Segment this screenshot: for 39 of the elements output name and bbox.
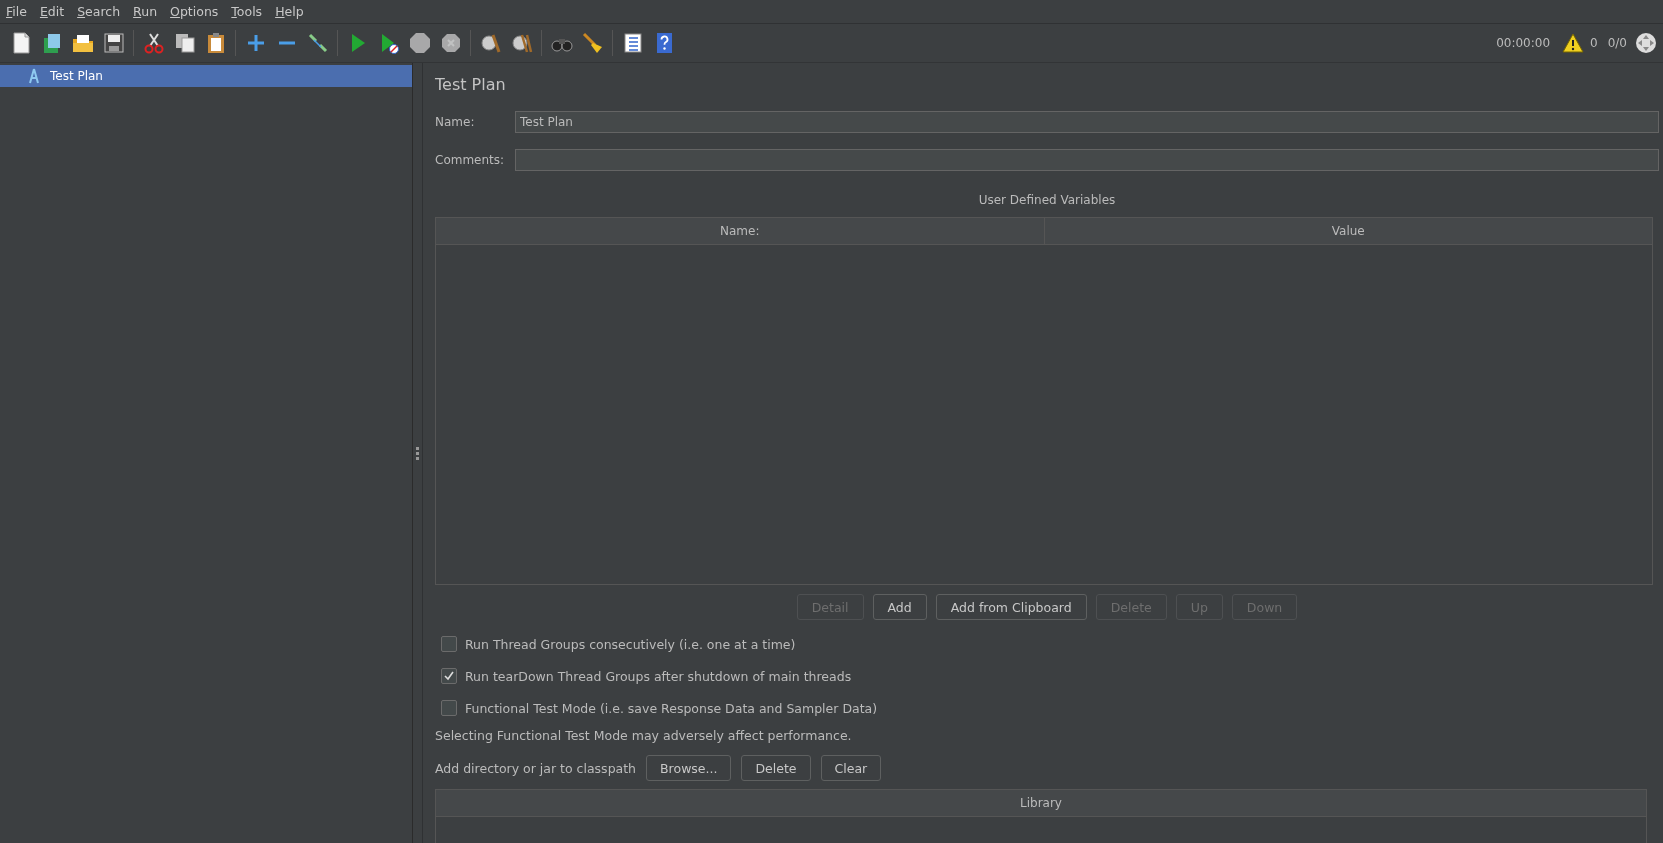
menu-item[interactable]: Run <box>131 4 169 19</box>
splitter-handle[interactable] <box>413 63 423 843</box>
warning-note: Selecting Functional Test Mode may adversely affect performance. <box>435 728 853 743</box>
table-action-button[interactable]: Add <box>872 594 927 620</box>
thread-count: 0/0 <box>1607 36 1627 50</box>
classpath-button[interactable]: Delete <box>741 755 811 781</box>
checkbox[interactable] <box>441 668 457 684</box>
column-header[interactable]: Name: <box>436 218 1045 244</box>
classpath-button[interactable]: Browse... <box>646 755 732 781</box>
menu-item[interactable]: File <box>4 4 38 19</box>
menu-item[interactable]: Help <box>273 4 315 19</box>
tree-item[interactable]: Test Plan <box>0 65 412 87</box>
classpath-button[interactable]: Clear <box>820 755 882 781</box>
name-label: Name: <box>435 115 476 129</box>
checkbox[interactable] <box>441 700 457 716</box>
checkbox-label: Run tearDown Thread Groups after shutdown of main threads <box>465 668 852 684</box>
panel-title: Test Plan <box>435 75 507 96</box>
checkbox-label: Functional Test Mode (i.e. save Response Data and Sampler Data) <box>465 700 878 716</box>
menu-item[interactable]: Edit <box>37 4 76 19</box>
table-action-button[interactable]: Add from Clipboard <box>935 594 1087 620</box>
column-header[interactable]: Value <box>1044 218 1652 244</box>
menu-item[interactable]: Tools <box>229 4 274 19</box>
checkbox-label: Run Thread Groups consecutively (i.e. one at a time) <box>465 636 796 652</box>
elapsed-time: 00:00:00 <box>1496 36 1551 50</box>
warning-count: 0 <box>1590 36 1598 50</box>
octagon-icon <box>407 31 432 55</box>
test-plan-icon <box>28 68 40 84</box>
minus-icon <box>277 41 296 45</box>
warning-icon <box>1562 33 1585 53</box>
menu-item[interactable]: Search <box>75 4 132 19</box>
classpath-label: Add directory or jar to classpath <box>435 760 637 776</box>
comments-label: Comments: <box>435 153 506 167</box>
comments-field[interactable] <box>515 149 1659 171</box>
name-field[interactable]: Test Plan <box>515 111 1659 133</box>
status-indicator-icon <box>1635 32 1657 54</box>
column-header[interactable]: Library <box>436 790 1646 816</box>
menu-item[interactable]: Options <box>168 4 230 19</box>
table-title: User Defined Variables <box>977 193 1117 207</box>
checkbox[interactable] <box>441 636 457 652</box>
